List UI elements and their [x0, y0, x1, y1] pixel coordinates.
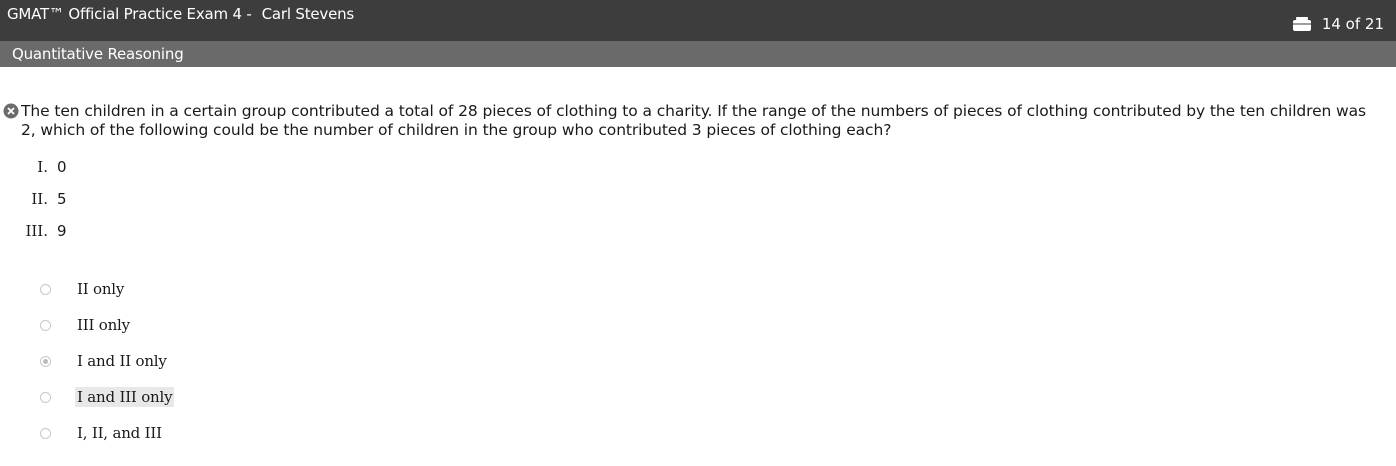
exam-title: GMAT™ Official Practice Exam 4 - — [7, 5, 252, 23]
x-circle-icon[interactable] — [3, 103, 19, 119]
statement-numeral: II. — [31, 190, 48, 208]
progress-text: 14 of 21 — [1321, 15, 1384, 33]
statement-item: II. 5 — [0, 190, 80, 210]
candidate-name: Carl Stevens — [261, 5, 355, 23]
answer-label[interactable]: I, II, and III — [75, 423, 164, 443]
statement-numeral: I. — [37, 158, 48, 176]
statement-value: 9 — [57, 222, 67, 240]
section-title: Quantitative Reasoning — [12, 45, 184, 63]
answer-choice[interactable]: I, II, and III — [40, 421, 164, 445]
answer-radio[interactable] — [40, 427, 51, 439]
statement-value: 5 — [57, 190, 67, 208]
answer-label[interactable]: III only — [75, 315, 132, 335]
answer-radio[interactable] — [40, 283, 51, 295]
section-bar: Quantitative Reasoning — [0, 41, 1396, 67]
answer-label[interactable]: I and III only — [75, 387, 175, 407]
exam-title-area: GMAT™ Official Practice Exam 4 - Carl Ste… — [7, 5, 354, 23]
statement-item: III. 9 — [0, 222, 80, 242]
answer-radio[interactable] — [40, 391, 51, 403]
question-progress: 14 of 21 — [1292, 15, 1384, 33]
answer-radio[interactable] — [40, 319, 51, 331]
answer-choice[interactable]: I and II only — [40, 349, 169, 373]
answer-choice[interactable]: II only — [40, 277, 126, 301]
answer-label[interactable]: II only — [75, 279, 126, 299]
top-bar: GMAT™ Official Practice Exam 4 - Carl Ste… — [0, 0, 1396, 41]
statement-item: I. 0 — [0, 158, 80, 178]
answer-label[interactable]: I and II only — [75, 351, 169, 371]
answer-radio-selected[interactable] — [40, 355, 51, 367]
statement-value: 0 — [57, 158, 67, 176]
answer-choice[interactable]: I and III only — [40, 385, 175, 409]
calculator-icon[interactable] — [1292, 16, 1312, 32]
statement-numeral: III. — [25, 222, 48, 240]
answer-choice[interactable]: III only — [40, 313, 132, 337]
question-text: The ten children in a certain group cont… — [21, 102, 1367, 139]
